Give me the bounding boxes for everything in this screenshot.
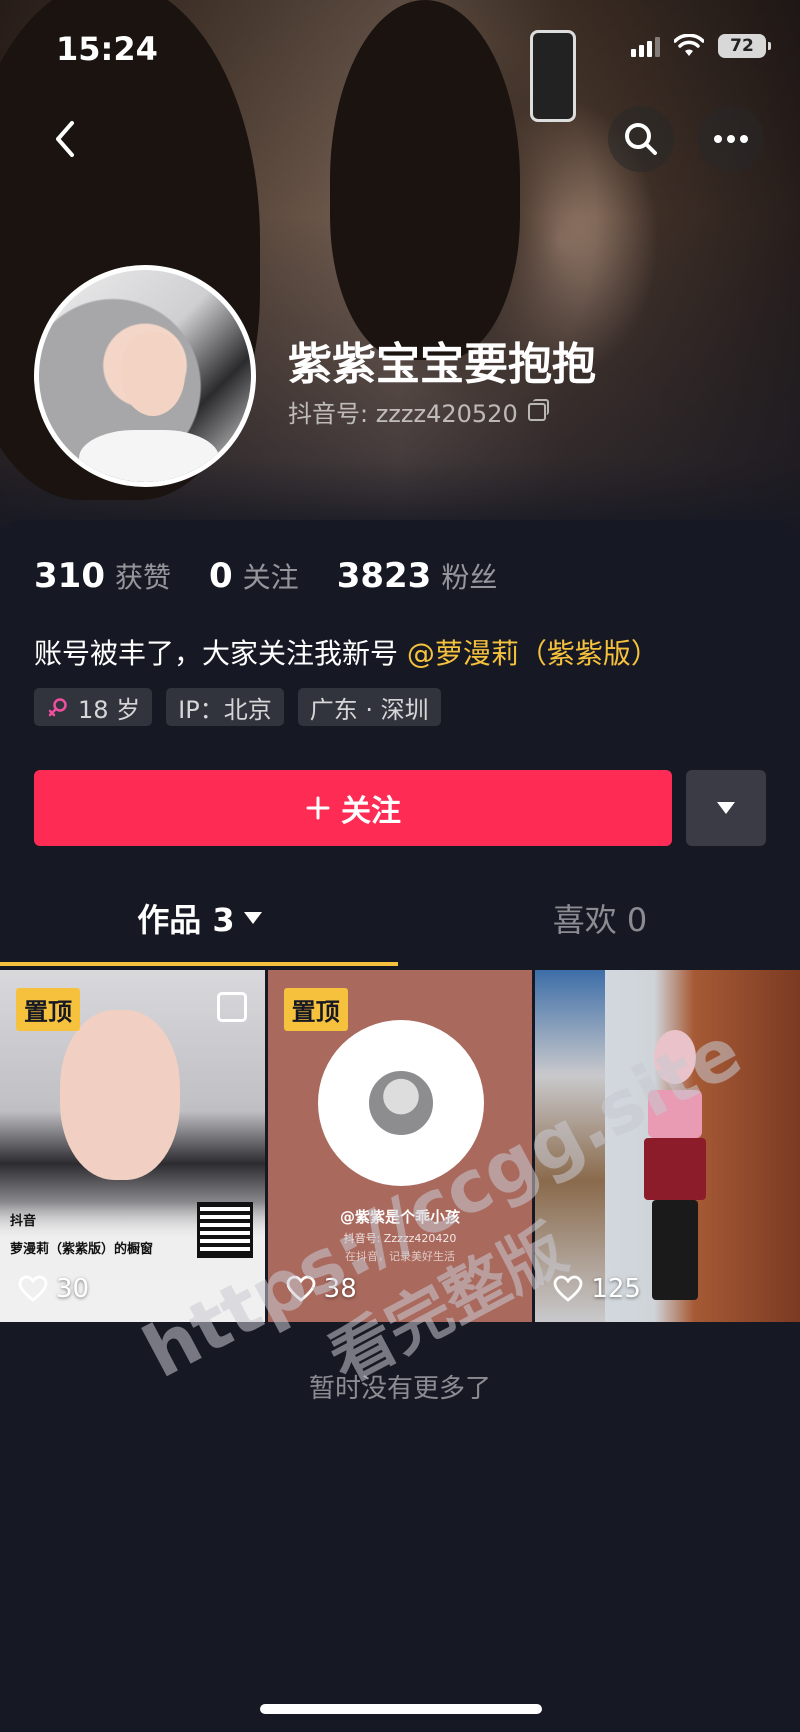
profile-bio: 账号被丰了，大家关注我新号 @萝漫莉（紫紫版） bbox=[34, 632, 659, 672]
tab-likes-label: 喜欢 0 bbox=[552, 901, 648, 939]
video-likes-count: 125 bbox=[591, 1274, 641, 1304]
tab-underline bbox=[0, 962, 398, 966]
avatar-face bbox=[121, 332, 185, 416]
signal-icon bbox=[631, 35, 660, 57]
status-bar: 15:24 72 bbox=[0, 0, 800, 100]
triangle-down-icon bbox=[717, 802, 735, 814]
stat-following-value: 0 bbox=[209, 556, 233, 596]
follow-button-label: 关注 bbox=[341, 794, 401, 829]
profile-stats: 310 获赞 0 关注 3823 粉丝 bbox=[34, 556, 497, 596]
video-brand: 抖音 bbox=[10, 1214, 37, 1229]
plus-icon bbox=[306, 796, 330, 820]
video-thumb-face bbox=[60, 1010, 180, 1180]
tag-location-text: 广东 · 深圳 bbox=[309, 695, 429, 724]
pinned-badge: 置顶 bbox=[16, 988, 80, 1031]
more-options-button[interactable] bbox=[698, 106, 764, 172]
wifi-icon bbox=[674, 34, 704, 56]
tab-likes[interactable]: 喜欢 0 bbox=[400, 872, 800, 964]
qr-code-icon bbox=[196, 1202, 253, 1258]
content-tabs: 作品 3 喜欢 0 bbox=[0, 872, 800, 964]
tag-ip: IP：北京 bbox=[166, 688, 284, 726]
more-dots-icon bbox=[714, 135, 748, 143]
stat-likes-label: 获赞 bbox=[114, 561, 171, 594]
stat-likes-value: 310 bbox=[34, 556, 105, 596]
battery-indicator: 72 bbox=[718, 34, 771, 58]
status-time: 15:24 bbox=[56, 30, 158, 68]
female-icon bbox=[48, 698, 67, 717]
stat-likes[interactable]: 310 获赞 bbox=[34, 556, 171, 596]
home-indicator[interactable] bbox=[260, 1704, 542, 1714]
multi-image-icon bbox=[216, 992, 247, 1022]
stat-followers-label: 粉丝 bbox=[441, 561, 498, 594]
search-button[interactable] bbox=[608, 106, 674, 172]
tab-works-label: 作品 3 bbox=[137, 901, 235, 939]
stat-followers[interactable]: 3823 粉丝 bbox=[337, 556, 498, 596]
video-likes-count: 30 bbox=[56, 1274, 90, 1304]
bio-mention-link[interactable]: @萝漫莉（紫紫版） bbox=[407, 637, 659, 670]
video-likes: 30 bbox=[18, 1274, 89, 1304]
bio-text: 账号被丰了，大家关注我新号 bbox=[34, 637, 399, 670]
profile-name: 紫紫宝宝要抱抱 bbox=[288, 339, 596, 390]
caret-down-icon bbox=[243, 912, 262, 924]
search-icon bbox=[625, 123, 657, 155]
chevron-left-icon bbox=[56, 121, 74, 157]
copy-icon[interactable] bbox=[527, 398, 549, 421]
stat-followers-value: 3823 bbox=[336, 556, 432, 596]
profile-tags: 18 岁 IP：北京 广东 · 深圳 bbox=[34, 688, 441, 726]
follow-button[interactable]: 关注 bbox=[34, 770, 672, 846]
stat-following[interactable]: 0 关注 bbox=[209, 556, 299, 596]
douyin-id[interactable]: 抖音号: zzzz420520 bbox=[288, 394, 549, 429]
tab-works[interactable]: 作品 3 bbox=[0, 872, 400, 964]
avatar-shirt bbox=[79, 430, 219, 482]
recommend-dropdown-button[interactable] bbox=[686, 770, 766, 846]
stat-following-label: 关注 bbox=[242, 561, 299, 594]
tag-ip-text: IP：北京 bbox=[178, 695, 272, 724]
tag-age: 18 岁 bbox=[34, 688, 153, 726]
heart-icon bbox=[18, 1275, 48, 1302]
back-button[interactable] bbox=[32, 106, 98, 172]
avatar[interactable] bbox=[34, 265, 256, 487]
status-icons: 72 bbox=[631, 34, 771, 58]
tag-location: 广东 · 深圳 bbox=[297, 688, 441, 726]
tag-age-text: 18 岁 bbox=[78, 695, 141, 724]
video-caption: 萝漫莉（紫紫版）的橱窗 bbox=[10, 1242, 154, 1257]
pinned-badge: 置顶 bbox=[283, 988, 348, 1031]
douyin-id-text: 抖音号: zzzz420520 bbox=[288, 400, 518, 428]
qr-avatar bbox=[365, 1068, 436, 1138]
